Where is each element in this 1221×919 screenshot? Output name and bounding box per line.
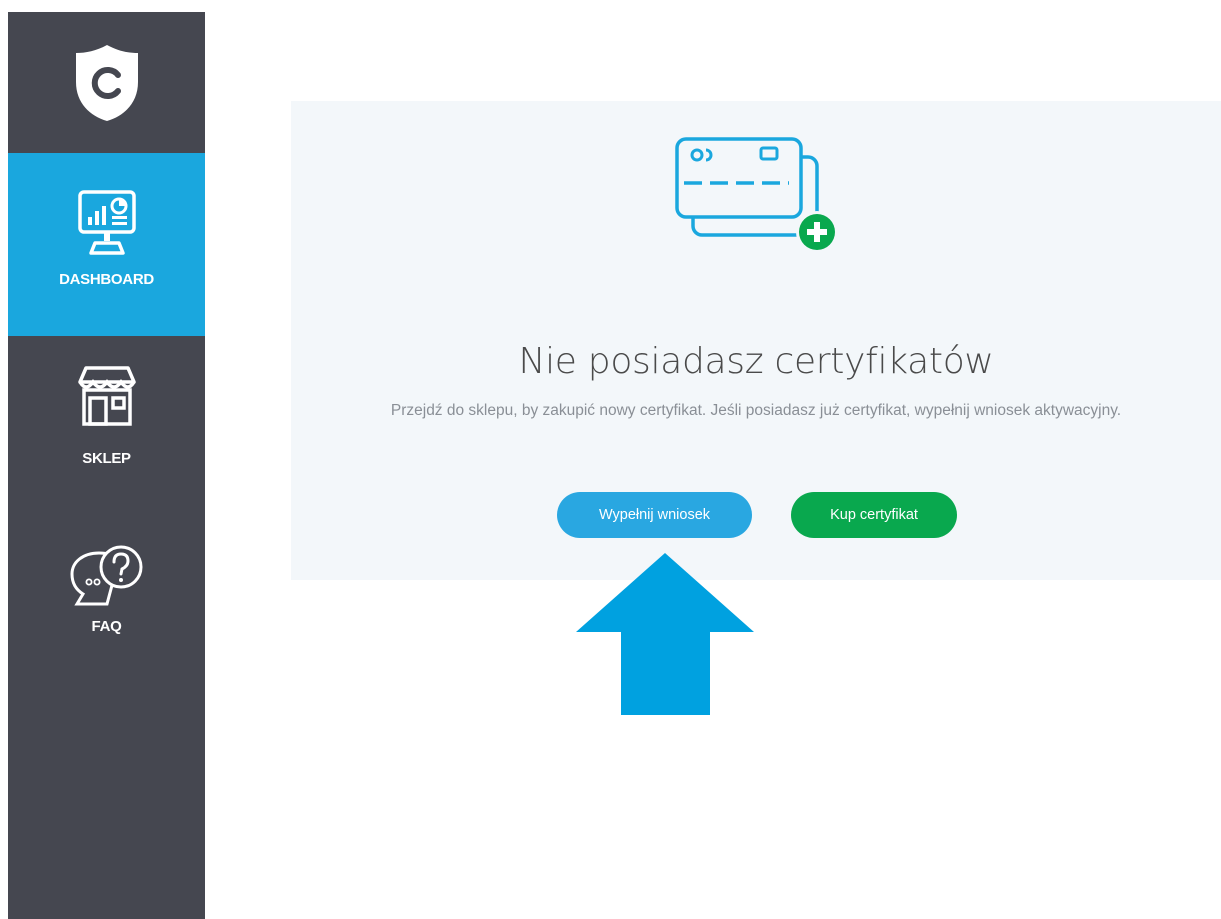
buy-certificate-button[interactable]: Kup certyfikat <box>791 492 957 538</box>
faq-icon <box>69 545 142 606</box>
up-arrow-indicator-icon <box>576 553 754 715</box>
page-title: Nie posiadasz certyfikatów <box>518 341 994 382</box>
sidebar-item-label: DASHBOARD <box>59 271 154 288</box>
page-subtitle: Przejdź do sklepu, by zakupić nowy certy… <box>390 402 1122 419</box>
logo[interactable] <box>8 12 205 153</box>
empty-state-panel: Nie posiadasz certyfikatów Przejdź do sk… <box>291 101 1221 580</box>
shield-logo-icon <box>75 44 138 121</box>
fill-application-button[interactable]: Wypełnij wniosek <box>557 492 752 538</box>
shop-icon <box>77 366 136 426</box>
sidebar-item-dashboard[interactable]: DASHBOARD <box>8 153 205 336</box>
sidebar-item-sklep[interactable]: SKLEP <box>8 352 205 492</box>
sidebar-item-faq[interactable]: FAQ <box>8 542 205 672</box>
sidebar-item-label: SKLEP <box>82 450 131 467</box>
credit-cards-plus-icon <box>675 137 838 253</box>
dashboard-monitor-icon <box>77 190 136 255</box>
sidebar: DASHBOARD SKLEP FAQ <box>8 12 205 919</box>
sidebar-item-label: FAQ <box>91 618 122 635</box>
